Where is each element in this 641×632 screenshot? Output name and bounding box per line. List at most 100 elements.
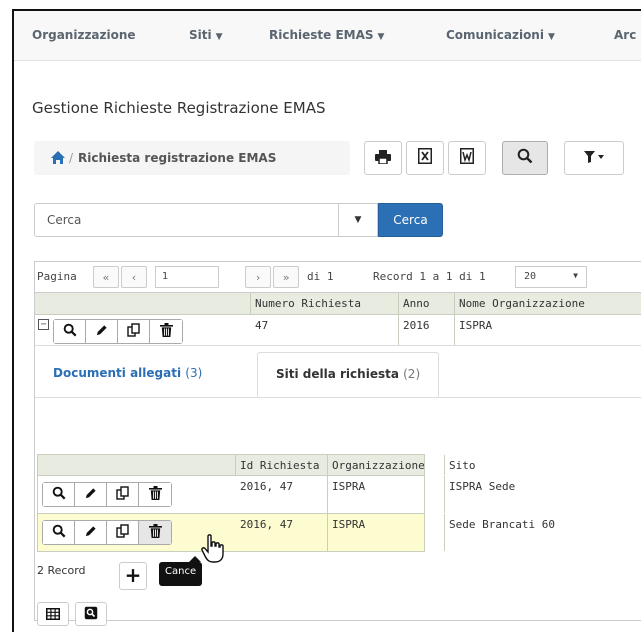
collapse-icon[interactable]: −: [38, 319, 49, 330]
plus-icon: +: [124, 563, 142, 587]
add-button[interactable]: +: [119, 562, 147, 590]
hand-cursor-icon: [201, 534, 225, 568]
tab-label: Siti della richiesta: [276, 367, 399, 381]
filter-button[interactable]: [564, 141, 624, 175]
nav-archivio[interactable]: Arc: [614, 28, 636, 42]
record-range: Record 1 a 1 di 1: [373, 270, 486, 283]
record-count: 2 Record: [37, 564, 86, 577]
trash-icon: [148, 524, 162, 541]
edit-button[interactable]: [86, 320, 118, 343]
edit-button[interactable]: [75, 483, 107, 506]
tab-count: (3): [185, 366, 203, 380]
pencil-icon: [84, 487, 97, 503]
header-anno[interactable]: Anno: [399, 293, 455, 314]
richieste-grid: Pagina « ‹ 1 › » di 1 Record 1 a 1 di 1 …: [34, 261, 641, 626]
page-total: di 1: [307, 270, 334, 283]
table-row[interactable]: − 47 2016 ISPRA: [35, 315, 641, 346]
copy-button[interactable]: [107, 483, 139, 506]
nav-label: Arc: [614, 28, 637, 42]
nav-richieste-emas[interactable]: Richieste EMAS ▼: [269, 28, 384, 42]
cell-anno: 2016: [399, 315, 455, 345]
table-row[interactable]: 2016, 47 ISPRA ISPRA Sede: [37, 476, 515, 514]
word-icon: [460, 148, 474, 168]
delete-button[interactable]: [139, 521, 171, 544]
pager-label: Pagina: [37, 270, 77, 283]
tab-documenti-allegati[interactable]: Documenti allegati (3): [35, 352, 220, 398]
header-nome-organizzazione[interactable]: Nome Organizzazione: [455, 293, 641, 314]
view-button[interactable]: [54, 320, 86, 343]
sub-grid-header: Id Richiesta Organizzazione Sito: [37, 454, 476, 476]
cell-sito: Sede Brancati 60: [449, 518, 555, 531]
delete-tooltip: Cance: [159, 556, 203, 586]
trash-icon: [159, 323, 173, 340]
top-navbar: Organizzazione Siti ▼ Richieste EMAS ▼ Com…: [14, 11, 641, 61]
header-actions: [35, 293, 251, 314]
edit-button[interactable]: [75, 521, 107, 544]
view-button[interactable]: [43, 521, 75, 544]
caret-down-icon: ▼: [354, 215, 362, 225]
search-icon: [84, 605, 98, 624]
search-input[interactable]: Cerca: [34, 203, 358, 237]
search-button[interactable]: Cerca: [378, 203, 443, 237]
header-sito[interactable]: Sito: [445, 455, 625, 475]
nav-organizzazione[interactable]: Organizzazione: [32, 28, 136, 42]
filter-icon: [583, 149, 605, 168]
cell-organizzazione: ISPRA: [459, 319, 493, 332]
prev-page-button[interactable]: ‹: [121, 266, 147, 288]
print-button[interactable]: [364, 141, 402, 175]
table-icon: [46, 605, 60, 624]
tab-siti-della-richiesta[interactable]: Siti della richiesta (2): [257, 352, 440, 398]
cell-organizzazione: ISPRA: [328, 514, 445, 551]
search-panel-button[interactable]: [75, 602, 107, 626]
tab-count: (2): [403, 367, 421, 381]
search-toggle-button[interactable]: [502, 141, 548, 175]
nav-comunicazioni[interactable]: Comunicazioni ▼: [446, 28, 555, 42]
view-button[interactable]: [43, 483, 75, 506]
print-icon: [375, 149, 391, 168]
home-icon[interactable]: [50, 150, 66, 168]
export-excel-button[interactable]: [406, 141, 444, 175]
caret-down-icon: ▼: [215, 32, 223, 42]
copy-icon: [115, 486, 130, 503]
grid-view-button[interactable]: [37, 602, 69, 626]
app-window: Organizzazione Siti ▼ Richieste EMAS ▼ Com…: [12, 9, 641, 632]
pencil-icon: [95, 324, 108, 340]
copy-icon: [126, 323, 141, 340]
next-page-button[interactable]: ›: [245, 266, 271, 288]
caret-down-icon: ▼: [377, 32, 385, 42]
nav-label: Organizzazione: [32, 28, 136, 42]
page-number-input[interactable]: 1: [155, 266, 219, 288]
copy-icon: [115, 524, 130, 541]
export-word-button[interactable]: [448, 141, 486, 175]
header-id-richiesta[interactable]: Id Richiesta: [236, 455, 328, 475]
nav-label: Comunicazioni: [446, 28, 544, 42]
grid-pager: Pagina « ‹ 1 › » di 1 Record 1 a 1 di 1 …: [35, 262, 641, 293]
page-size-value: 20: [524, 271, 537, 282]
search-icon: [517, 148, 533, 168]
search-icon: [52, 524, 66, 541]
cell-organizzazione: ISPRA: [328, 476, 445, 513]
caret-down-icon: ▼: [547, 32, 555, 42]
table-row[interactable]: 2016, 47 ISPRA Sede Brancati 60: [37, 514, 555, 552]
page-title: Gestione Richieste Registrazione EMAS: [32, 99, 326, 117]
cell-sito: ISPRA Sede: [449, 480, 516, 493]
search-dropdown-button[interactable]: ▼: [338, 203, 378, 237]
search-icon: [52, 486, 66, 503]
nav-siti[interactable]: Siti ▼: [189, 28, 223, 42]
header-organizzazione[interactable]: Organizzazione: [328, 455, 445, 475]
nav-label: Siti: [189, 28, 212, 42]
header-actions: [38, 455, 236, 475]
first-page-button[interactable]: «: [93, 266, 119, 288]
breadcrumb-current: Richiesta registrazione EMAS: [78, 151, 277, 165]
delete-button[interactable]: [150, 320, 182, 343]
siti-grid: Id Richiesta Organizzazione Sito 2016, 4…: [37, 454, 555, 559]
header-numero-richiesta[interactable]: Numero Richiesta: [251, 293, 399, 314]
last-page-button[interactable]: »: [273, 266, 299, 288]
row-actions: [42, 482, 172, 507]
copy-button[interactable]: [107, 521, 139, 544]
delete-button[interactable]: [139, 483, 171, 506]
page-size-select[interactable]: 20 ▼: [515, 266, 587, 288]
cell-numero-richiesta: 47: [251, 315, 399, 345]
grid-header: Numero Richiesta Anno Nome Organizzazion…: [35, 293, 641, 315]
copy-button[interactable]: [118, 320, 150, 343]
